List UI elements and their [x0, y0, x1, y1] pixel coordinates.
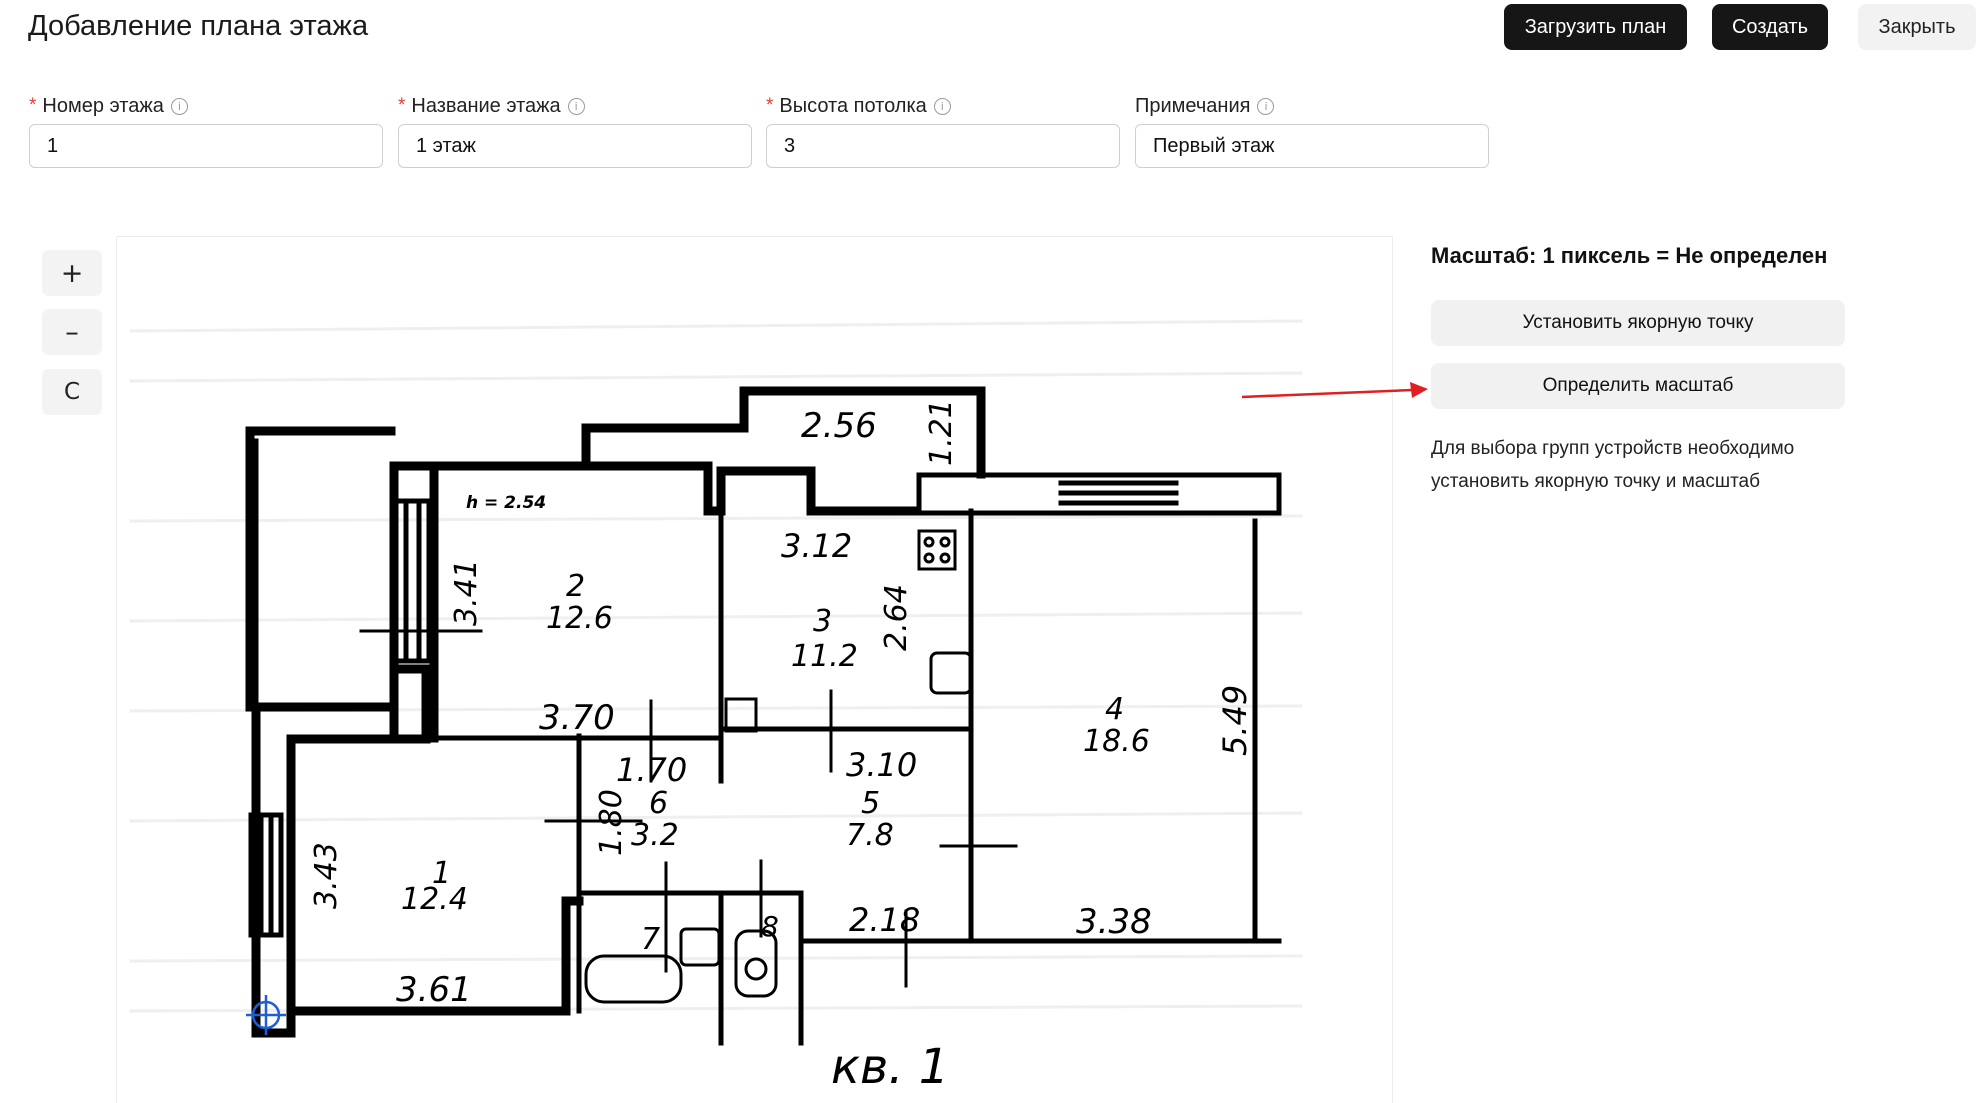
zoom-out-button[interactable]: –: [42, 309, 102, 355]
dim-label: 2.56: [801, 406, 877, 446]
dim-label: 3.12: [781, 527, 852, 565]
field-label-text: Название этажа: [411, 94, 561, 117]
plan-caption: кв. 1: [831, 1039, 949, 1095]
dim-label: 3.10: [846, 746, 917, 784]
info-icon[interactable]: i: [170, 97, 188, 115]
minus-icon: –: [65, 316, 79, 348]
field-ceiling-height: * Высота потолка i 3: [766, 92, 1120, 168]
close-button[interactable]: Закрыть: [1858, 4, 1976, 50]
room-number: 3: [813, 604, 832, 639]
room-area: 7.8: [846, 818, 894, 853]
info-icon[interactable]: i: [567, 97, 585, 115]
dim-label: 2.64: [879, 584, 914, 651]
zoom-in-button[interactable]: +: [42, 250, 102, 296]
field-label: Примечания i: [1135, 92, 1489, 120]
floor-plan-drawing: 2.56 1.21 3.41 3.70 3.12 2.64 3.10 1.70 …: [129, 319, 1303, 1095]
dim-label: 1.21: [924, 399, 959, 466]
dim-label: 5.49: [1216, 685, 1254, 756]
upload-plan-button[interactable]: Загрузить план: [1504, 4, 1687, 50]
define-scale-button[interactable]: Определить масштаб: [1431, 363, 1845, 409]
room-number: 8: [761, 910, 779, 943]
required-mark: *: [398, 95, 406, 116]
hint-text: Для выбора групп устройств необходимо ус…: [1431, 438, 1795, 492]
field-floor-number: * Номер этажа i 1: [29, 92, 383, 168]
reset-view-button[interactable]: C: [42, 369, 102, 415]
room-area: 3.2: [631, 818, 679, 853]
ceiling-height-input[interactable]: 3: [766, 124, 1120, 168]
field-label-text: Высота потолка: [779, 94, 927, 117]
page-title: Добавление плана этажа: [28, 10, 369, 42]
notes-input[interactable]: Первый этаж: [1135, 124, 1489, 168]
floor-number-input[interactable]: 1: [29, 124, 383, 168]
field-label: * Название этажа i: [398, 92, 752, 120]
dim-label: 3.38: [1076, 902, 1152, 942]
create-button[interactable]: Создать: [1712, 4, 1828, 50]
room-number: 4: [1105, 692, 1124, 727]
field-label-text: Примечания: [1135, 94, 1251, 117]
scale-text: Масштаб: 1 пиксель = Не определен: [1431, 243, 1828, 268]
room-number: 6: [649, 786, 668, 821]
dim-label: 2.18: [849, 901, 920, 939]
dim-label: 3.70: [539, 698, 615, 738]
field-floor-name: * Название этажа i 1 этаж: [398, 92, 752, 168]
dim-label: 3.43: [309, 842, 344, 909]
room-area: 18.6: [1083, 724, 1150, 759]
room-area: 11.2: [791, 639, 858, 674]
floor-plan-canvas[interactable]: 2.56 1.21 3.41 3.70 3.12 2.64 3.10 1.70 …: [116, 236, 1393, 1103]
room-area: 12.4: [401, 882, 468, 917]
room-number: 7: [641, 922, 660, 957]
plus-icon: +: [60, 257, 84, 289]
dim-label: 3.41: [449, 559, 484, 626]
required-mark: *: [766, 95, 774, 116]
arrow-annotation: [1241, 382, 1428, 399]
room-number: 5: [861, 786, 880, 821]
dim-label: 1.80: [594, 789, 629, 856]
dim-label: 1.70: [616, 751, 687, 789]
room-area: 12.6: [546, 601, 613, 636]
room-number: 2: [566, 569, 585, 604]
height-note: h = 2.54: [466, 493, 546, 513]
field-notes: Примечания i Первый этаж: [1135, 92, 1489, 168]
dim-label: 3.61: [396, 970, 472, 1010]
reset-icon: C: [63, 379, 81, 405]
info-icon[interactable]: i: [1257, 97, 1275, 115]
set-anchor-button[interactable]: Установить якорную точку: [1431, 300, 1845, 346]
field-label: * Номер этажа i: [29, 92, 383, 120]
field-label: * Высота потолка i: [766, 92, 1120, 120]
field-label-text: Номер этажа: [42, 94, 164, 117]
required-mark: *: [29, 95, 37, 116]
floor-name-input[interactable]: 1 этаж: [398, 124, 752, 168]
info-icon[interactable]: i: [933, 97, 951, 115]
